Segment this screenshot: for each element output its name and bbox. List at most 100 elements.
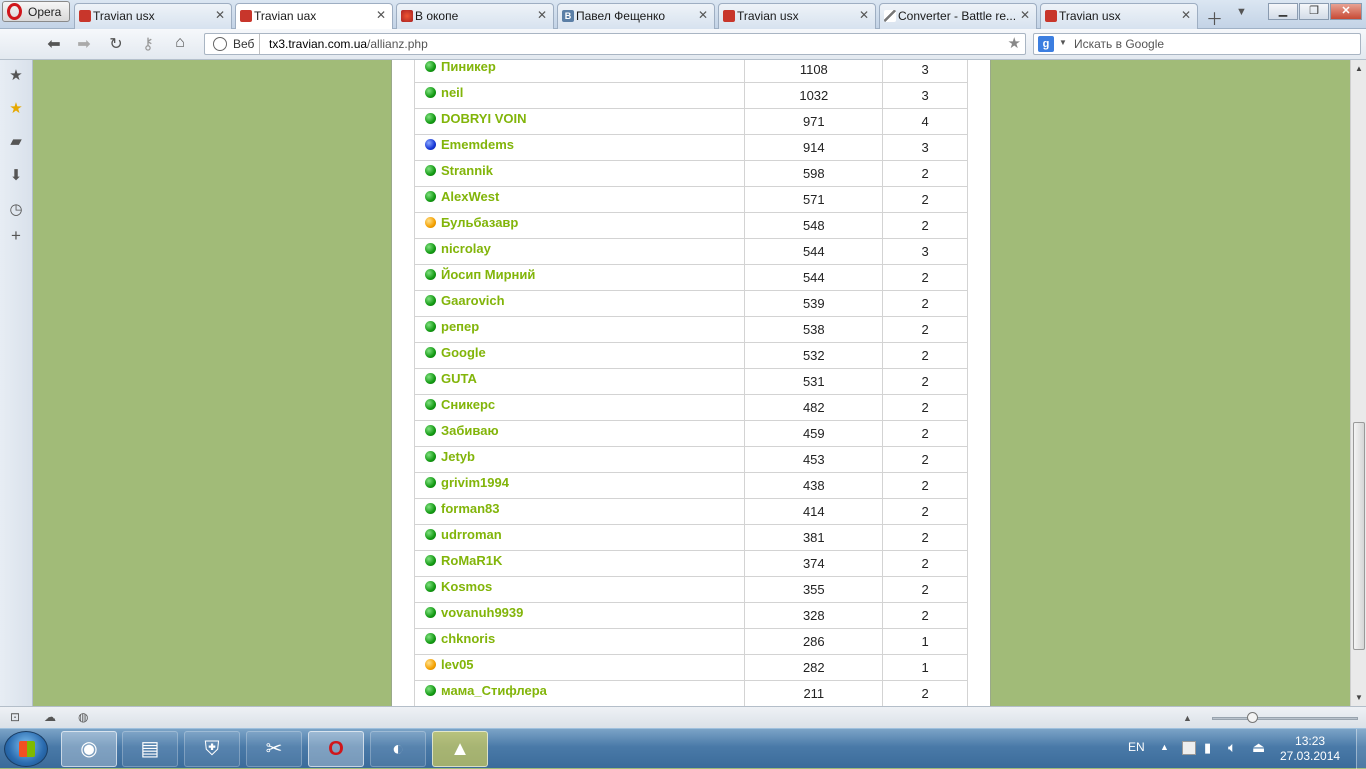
tab-travian-usx-1[interactable]: Travian usx ✕ [74,3,232,29]
player-name-link[interactable]: DOBRYI VOIN [441,111,526,126]
game-app-icon[interactable]: ▲ [432,731,488,767]
volume-icon[interactable]: 🔈︎ [1228,739,1236,756]
population-cell: 548 [744,212,884,239]
close-tab-icon[interactable]: ✕ [1020,8,1030,22]
player-cell: RoMaR1K [413,550,746,577]
close-tab-icon[interactable]: ✕ [537,8,547,22]
home-icon[interactable]: ⌂ [170,34,190,52]
player-name-link[interactable]: udrroman [441,527,502,542]
player-cell: grivim1994 [413,472,746,499]
start-button[interactable] [4,731,48,767]
player-name-link[interactable]: nicrolay [441,241,491,256]
tools-icon[interactable]: ✂ [246,731,302,767]
tab-converter[interactable]: Converter - Battle re... ✕ [879,3,1037,29]
player-name-link[interactable]: Jetyb [441,449,475,464]
back-icon[interactable]: ⬅ [44,34,64,54]
player-name-link[interactable]: Пиникер [441,60,496,74]
security-shield-icon[interactable]: ⛨ [184,731,240,767]
player-name-link[interactable]: Google [441,345,486,360]
close-tab-icon[interactable]: ✕ [1181,8,1191,22]
panel-toggle-icon[interactable]: ⊡ [10,710,20,724]
show-desktop-button[interactable] [1356,729,1366,769]
player-name-link[interactable]: chknoris [441,631,495,646]
tab-travian-usx-3[interactable]: Travian usx ✕ [1040,3,1198,29]
player-name-link[interactable]: Gaarovich [441,293,505,308]
opera-menu-button[interactable]: Opera [2,1,70,22]
turbo-icon[interactable]: ◍ [78,710,88,724]
player-name-link[interactable]: GUTA [441,371,477,386]
safely-remove-icon[interactable]: ⏏ [1252,739,1265,756]
opera-unite-cloud-icon[interactable]: ☁ [44,710,56,724]
player-name-link[interactable]: Kosmos [441,579,492,594]
table-row: GUTA 531 2 [413,368,968,395]
tab-v-okope[interactable]: В окопе ✕ [396,3,554,29]
player-name-link[interactable]: мама_Стифлера [441,683,547,698]
vertical-scrollbar[interactable]: ▲ ▼ [1350,60,1366,706]
notes-icon[interactable]: ▰ [6,132,26,150]
player-name-link[interactable]: Йосип Мирний [441,267,535,282]
tab-list-chevron-icon[interactable]: ▼ [1236,6,1247,18]
key-icon[interactable]: ⚷ [138,34,158,54]
network-icon[interactable]: ▮ [1204,740,1211,756]
table-row: DOBRYI VOIN 971 4 [413,108,968,135]
player-name-link[interactable]: lev05 [441,657,474,672]
downloads-icon[interactable]: ⬇ [6,166,26,184]
player-name-link[interactable]: neil [441,85,463,100]
action-center-icon[interactable] [1182,741,1196,755]
tab-title: Павел Фещенко [576,9,666,23]
close-tab-icon[interactable]: ✕ [215,8,225,22]
opera-icon[interactable]: O [308,731,364,767]
online-status-dot-icon [425,503,436,514]
player-name-link[interactable]: forman83 [441,501,500,516]
google-icon[interactable]: g [1038,36,1054,52]
add-panel-plus-icon[interactable]: + [6,226,26,246]
close-tab-icon[interactable]: ✕ [698,8,708,22]
bookmark-star-icon[interactable]: ★ [1008,34,1021,52]
player-name-link[interactable]: grivim1994 [441,475,509,490]
search-field[interactable]: g ▼ Искать в Google [1033,33,1361,55]
reload-icon[interactable]: ↻ [106,34,126,54]
firefox-icon[interactable]: ◐ [370,731,426,767]
speed-dial-star-icon[interactable]: ★ [6,99,26,117]
zoom-slider-handle[interactable] [1247,712,1258,723]
table-row: udrroman 381 2 [413,524,968,551]
search-engine-chevron-icon[interactable]: ▼ [1059,38,1067,47]
player-name-link[interactable]: Сникерс [441,397,495,412]
address-field[interactable]: Веб tx3.travian.com.ua/allianz.php ★ [204,33,1026,55]
explorer-folder-icon[interactable]: ▤ [122,731,178,767]
tray-expand-icon[interactable]: ▲ [1160,742,1169,752]
close-tab-icon[interactable]: ✕ [376,8,386,22]
new-tab-plus-icon[interactable]: ＋ [1206,5,1223,30]
zoom-up-arrow-icon[interactable]: ▲ [1183,713,1192,723]
tab-travian-uax[interactable]: Travian uax ✕ [235,3,393,30]
tab-vk-profile[interactable]: B Павел Фещенко ✕ [557,3,715,29]
player-name-link[interactable]: Бульбазавр [441,215,518,230]
player-name-link[interactable]: репер [441,319,479,334]
side-panel: ★ ★ ▰ ⬇ ◷ + [0,60,33,706]
tab-travian-usx-2[interactable]: Travian usx ✕ [718,3,876,29]
scrollbar-thumb[interactable] [1353,422,1365,650]
player-name-link[interactable]: RoMaR1K [441,553,502,568]
population-cell: 544 [744,264,884,291]
zoom-slider[interactable] [1212,717,1358,720]
system-tray: EN ▲ ▮ 🔈︎ ⏏ 13:23 27.03.2014 [1120,729,1366,769]
player-name-link[interactable]: Ememdems [441,137,514,152]
player-name-link[interactable]: Strannik [441,163,493,178]
bookmarks-star-icon[interactable]: ★ [6,66,26,84]
language-indicator[interactable]: EN [1128,740,1145,754]
scroll-up-arrow-icon[interactable]: ▲ [1355,64,1363,73]
player-name-link[interactable]: vovanuh9939 [441,605,523,620]
media-center-icon[interactable]: ◉ [61,731,117,767]
history-clock-icon[interactable]: ◷ [6,200,26,218]
player-name-link[interactable]: AlexWest [441,189,499,204]
table-row: RoMaR1K 374 2 [413,550,968,577]
browser-tab-bar: Opera Travian usx ✕ Travian uax ✕ В окопе ✕… [0,0,1366,30]
scroll-down-arrow-icon[interactable]: ▼ [1355,693,1363,702]
minimize-icon[interactable]: ▁ [1268,3,1298,20]
forward-icon[interactable]: ➡ [74,34,94,54]
restore-icon[interactable]: ❐ [1299,3,1329,20]
player-name-link[interactable]: Забиваю [441,423,499,438]
close-window-icon[interactable]: ✕ [1330,3,1362,20]
clock[interactable]: 13:23 27.03.2014 [1280,734,1340,764]
close-tab-icon[interactable]: ✕ [859,8,869,22]
